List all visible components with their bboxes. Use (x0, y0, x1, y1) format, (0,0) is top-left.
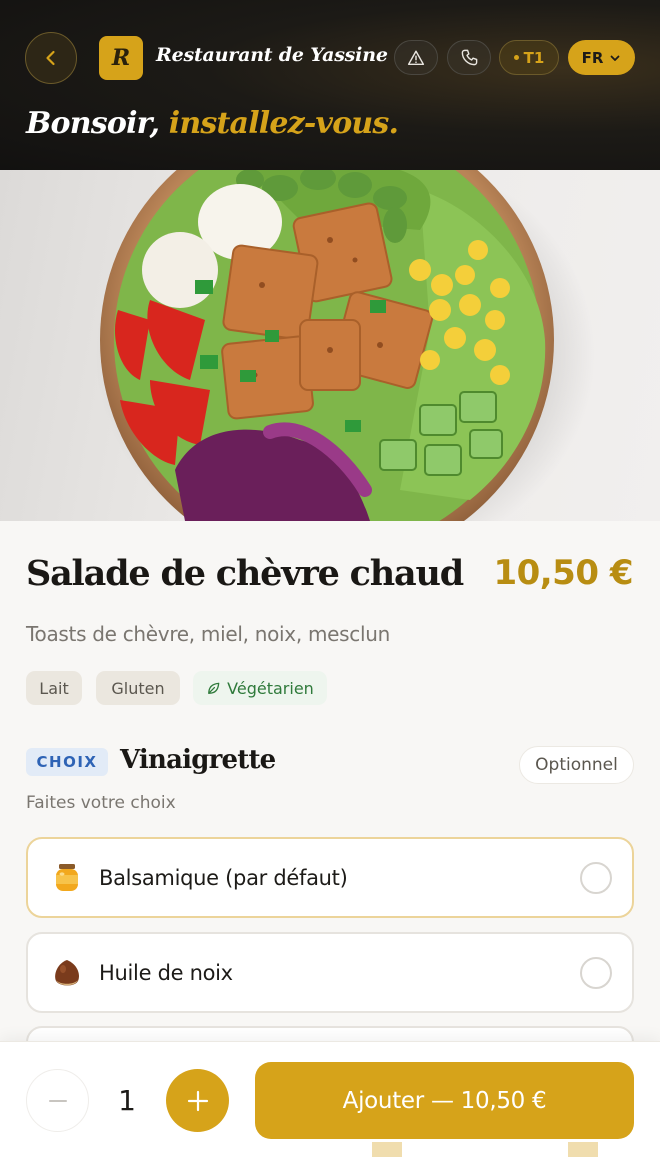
leaf-icon (208, 682, 220, 694)
decorative-peek (372, 1142, 402, 1157)
restaurant-name: Restaurant de Yassine (156, 44, 388, 66)
add-to-order-button[interactable]: Ajouter — 10,50 € (255, 1062, 634, 1139)
order-bar: 1 Ajouter — 10,50 € (0, 1041, 660, 1157)
language-label: FR (581, 48, 604, 67)
options-hint: Faites votre choix (26, 793, 176, 813)
restaurant-logo: R (99, 36, 143, 80)
app-header: R Restaurant de Yassine T1 FR Bonsoir, i… (0, 0, 660, 170)
allergen-tag: Lait (26, 671, 82, 705)
greeting-heading: Bonsoir, installez-vous. (26, 106, 399, 141)
chevron-down-icon (610, 55, 620, 61)
greeting-text: Bonsoir, (26, 106, 169, 141)
dish-name: Salade de chèvre chaud (26, 553, 464, 594)
language-selector[interactable]: FR (568, 40, 635, 75)
honey-jar-icon (56, 863, 78, 891)
minus-icon (48, 1099, 67, 1102)
phone-icon (461, 49, 477, 66)
options-section-title: Vinaigrette (120, 745, 276, 775)
dish-photo (0, 170, 660, 521)
option-balsamique[interactable]: Balsamique (par défaut) (26, 837, 634, 918)
allergen-tag: Gluten (96, 671, 180, 705)
option-radio[interactable] (580, 956, 612, 989)
back-button[interactable] (25, 32, 77, 84)
option-radio[interactable] (580, 861, 612, 894)
warning-icon (407, 50, 425, 65)
salad-bowl-illustration (95, 170, 595, 521)
decrease-quantity-button[interactable] (26, 1069, 89, 1132)
vegetarian-label: Végétarien (227, 678, 314, 698)
plus-icon (187, 1090, 208, 1111)
option-label: Balsamique (par défaut) (99, 865, 348, 890)
table-status-dot (513, 55, 519, 60)
chestnut-icon (55, 959, 79, 985)
quantity-value: 1 (118, 1084, 136, 1117)
increase-quantity-button[interactable] (166, 1069, 229, 1132)
vegetarian-tag: Végétarien (193, 671, 327, 705)
option-label: Huile de noix (99, 960, 233, 985)
choice-badge: CHOIX (26, 748, 108, 776)
dish-description: Toasts de chèvre, miel, noix, mesclun (26, 622, 390, 646)
option-huile-de-noix[interactable]: Huile de noix (26, 932, 634, 1013)
report-allergy-button[interactable] (394, 40, 438, 75)
call-waiter-button[interactable] (447, 40, 491, 75)
table-label: T1 (523, 48, 545, 67)
optional-badge: Optionnel (519, 746, 634, 784)
decorative-peek (568, 1142, 598, 1157)
dish-price: 10,50 € (493, 553, 633, 593)
greeting-accent: installez-vous. (168, 106, 399, 141)
chevron-left-icon (46, 50, 55, 66)
table-indicator[interactable]: T1 (499, 40, 559, 75)
